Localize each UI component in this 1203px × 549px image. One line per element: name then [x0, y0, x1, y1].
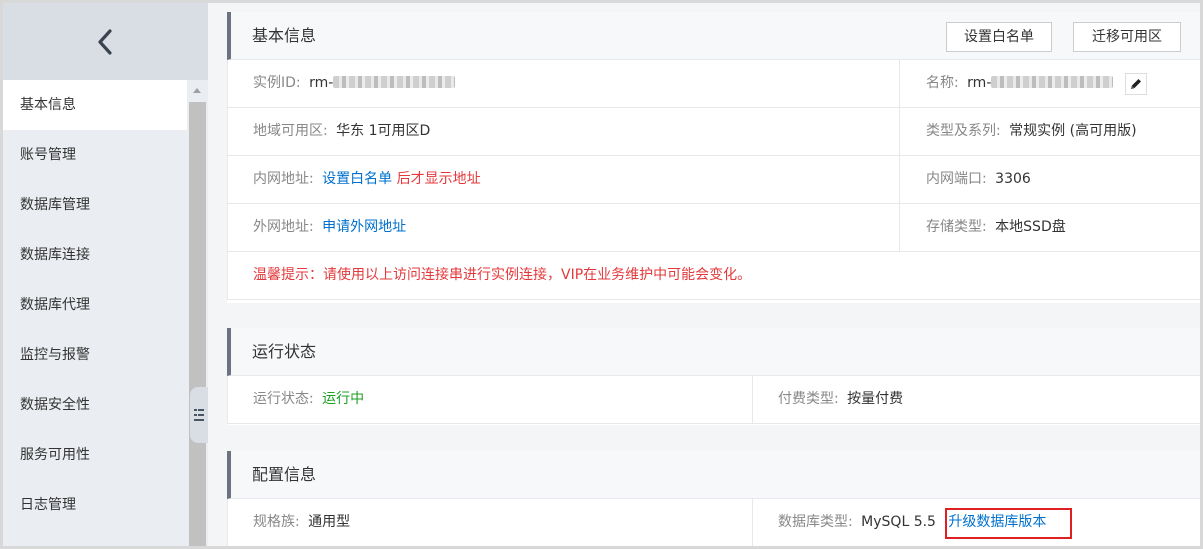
status-row: 运行状态: 运行中 付费类型: 按量付费 [227, 376, 1200, 424]
instance-id-value: rm- [309, 75, 334, 91]
sidebar-item-logs[interactable]: 日志管理 [3, 480, 187, 530]
instance-id-row: 实例ID: rm- 名称: rm- [227, 60, 1200, 108]
column-divider [899, 204, 900, 251]
spec-label: 规格族: [253, 514, 300, 530]
instance-id-field: 实例ID: rm- [253, 60, 456, 107]
storage-label: 存储类型: [926, 219, 987, 235]
storage-field: 存储类型: 本地SSD盘 [926, 204, 1066, 251]
type-label: 类型及系列: [926, 123, 1001, 139]
run-status-field: 运行状态: 运行中 [253, 376, 364, 423]
redacted-name [991, 75, 1114, 88]
sidebar-item-proxy[interactable]: 数据库代理 [3, 280, 187, 330]
sidebar-item-basic-info[interactable]: 基本信息 [3, 80, 187, 130]
zone-row: 地域可用区: 华东 1可用区D 类型及系列: 常规实例 (高可用版) [227, 108, 1200, 156]
intranet-field: 内网地址: 设置白名单 后才显示地址 [253, 156, 481, 203]
pay-type-field: 付费类型: 按量付费 [778, 376, 903, 423]
status-panel: 运行状态 运行状态: 运行中 付费类型: 按量付费 [227, 328, 1200, 425]
name-value: rm- [967, 75, 992, 91]
type-field: 类型及系列: 常规实例 (高可用版) [926, 108, 1137, 155]
intranet-port-field: 内网端口: 3306 [926, 156, 1031, 203]
name-label: 名称: [926, 75, 959, 91]
column-divider [899, 60, 900, 107]
chevron-left-icon[interactable] [95, 27, 117, 57]
db-type-label: 数据库类型: [778, 514, 853, 530]
sidebar-collapse-handle[interactable] [190, 387, 208, 443]
name-field: 名称: rm- [926, 60, 1114, 107]
intranet-row: 内网地址: 设置白名单 后才显示地址 内网端口: 3306 [227, 156, 1200, 204]
pencil-icon [1131, 79, 1141, 89]
intranet-label: 内网地址: [253, 171, 314, 187]
zone-value: 华东 1可用区D [336, 123, 431, 139]
zone-field: 地域可用区: 华东 1可用区D [253, 108, 430, 155]
sidebar-item-security[interactable]: 数据安全性 [3, 380, 187, 430]
apply-internet-address-link[interactable]: 申请外网地址 [322, 219, 406, 235]
basic-info-header: 基本信息 设置白名单 迁移可用区 [227, 12, 1200, 60]
sidebar-item-accounts[interactable]: 账号管理 [3, 130, 187, 180]
basic-info-panel: 基本信息 设置白名单 迁移可用区 实例ID: rm- 名称: rm- 地域可用区… [227, 12, 1200, 303]
intranet-whitelist-link[interactable]: 设置白名单 [322, 171, 392, 187]
config-title: 配置信息 [252, 465, 317, 484]
sidebar-nav: 基本信息 账号管理 数据库管理 数据库连接 数据库代理 监控与报警 数据安全性 … [3, 80, 187, 530]
column-divider [899, 156, 900, 203]
internet-row: 外网地址: 申请外网地址 存储类型: 本地SSD盘 [227, 204, 1200, 252]
set-whitelist-button[interactable]: 设置白名单 [946, 22, 1052, 52]
intranet-port-value: 3306 [995, 171, 1031, 187]
config-header: 配置信息 [227, 451, 1200, 499]
db-type-value: MySQL 5.5 [861, 514, 936, 530]
run-status-label: 运行状态: [253, 391, 314, 407]
intranet-hint: 后才显示地址 [396, 171, 481, 187]
type-value: 常规实例 (高可用版) [1009, 123, 1137, 139]
pay-type-value: 按量付费 [847, 391, 904, 407]
zone-label: 地域可用区: [253, 123, 328, 139]
sidebar-item-availability[interactable]: 服务可用性 [3, 430, 187, 480]
scrollbar-thumb[interactable] [189, 102, 206, 549]
connection-warning: 温馨提示：请使用以上访问连接串进行实例连接，VIP在业务维护中可能会变化。 [253, 267, 752, 283]
spec-value: 通用型 [308, 514, 351, 530]
scroll-up-arrow-icon[interactable] [193, 88, 201, 93]
column-divider [899, 108, 900, 155]
edit-name-button[interactable] [1125, 73, 1147, 95]
sidebar-header [3, 3, 208, 80]
sidebar-item-connection[interactable]: 数据库连接 [3, 230, 187, 280]
sidebar: 基本信息 账号管理 数据库管理 数据库连接 数据库代理 监控与报警 数据安全性 … [3, 3, 208, 549]
internet-field: 外网地址: 申请外网地址 [253, 204, 406, 251]
instance-id-label: 实例ID: [253, 75, 301, 91]
pay-type-label: 付费类型: [778, 391, 839, 407]
storage-value: 本地SSD盘 [995, 219, 1066, 235]
warning-row: 温馨提示：请使用以上访问连接串进行实例连接，VIP在业务维护中可能会变化。 [227, 252, 1200, 300]
internet-label: 外网地址: [253, 219, 314, 235]
highlight-box [945, 508, 1072, 539]
status-header: 运行状态 [227, 328, 1200, 376]
sidebar-item-databases[interactable]: 数据库管理 [3, 180, 187, 230]
status-title: 运行状态 [252, 342, 317, 361]
intranet-port-label: 内网端口: [926, 171, 987, 187]
column-divider [752, 376, 753, 423]
sidebar-item-monitoring[interactable]: 监控与报警 [3, 330, 187, 380]
redacted-instance-id [333, 75, 456, 88]
column-divider [752, 499, 753, 546]
basic-info-title: 基本信息 [252, 26, 317, 45]
run-status-value: 运行中 [322, 391, 365, 407]
spec-field: 规格族: 通用型 [253, 499, 350, 546]
collapse-list-icon [194, 409, 204, 421]
migrate-zone-button[interactable]: 迁移可用区 [1073, 22, 1181, 52]
sidebar-scrollbar[interactable] [189, 80, 206, 549]
